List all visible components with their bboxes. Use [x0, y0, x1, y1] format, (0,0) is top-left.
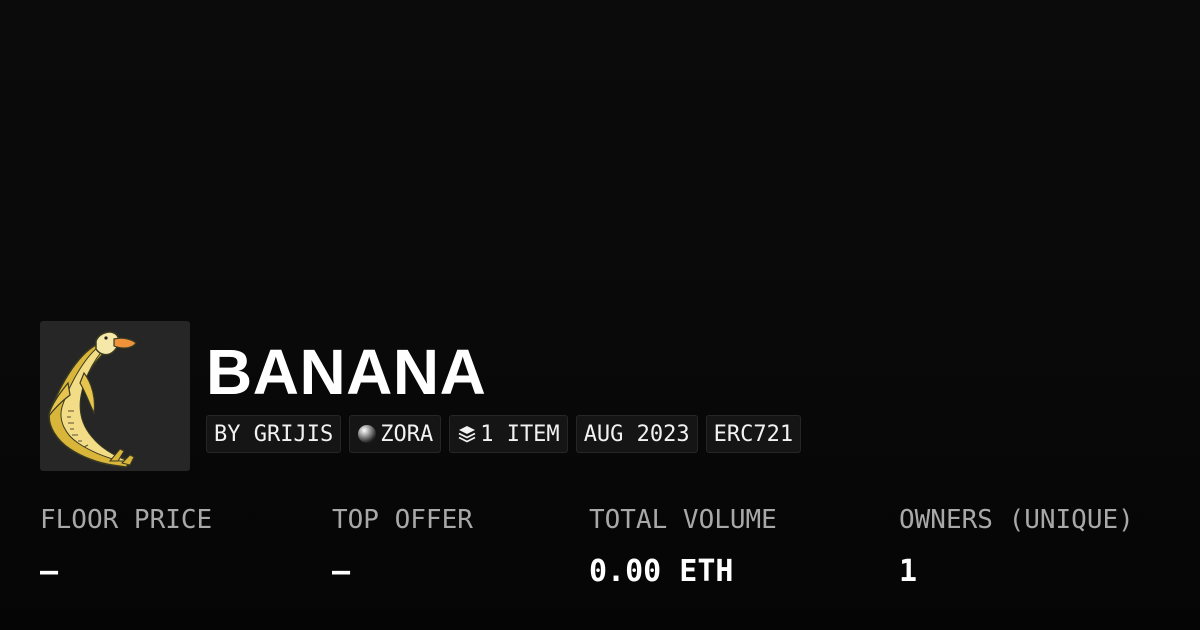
top-offer-label: TOP OFFER: [332, 505, 473, 535]
top-offer-value: –: [332, 554, 351, 589]
total-volume-label: TOTAL VOLUME: [589, 505, 777, 535]
collection-badges: BY GRIJIS ZORA 1 ITEM AUG 2023 ERC721: [206, 415, 802, 455]
floor-price-value: –: [40, 554, 59, 589]
zora-orb-icon: [357, 424, 377, 444]
chain-badge[interactable]: ZORA: [349, 415, 442, 453]
total-volume-value: 0.00 ETH: [589, 554, 734, 589]
layers-icon: [457, 424, 477, 444]
collection-thumbnail: [40, 321, 190, 471]
standard-badge: ERC721: [705, 415, 802, 453]
stat-floor-price: FLOOR PRICE –: [40, 500, 212, 594]
items-badge[interactable]: 1 ITEM: [449, 415, 568, 453]
items-label: 1 ITEM: [480, 421, 560, 447]
collection-title: BANANA: [206, 336, 487, 408]
stat-owners: OWNERS (UNIQUE) 1: [899, 500, 1134, 594]
stat-top-offer: TOP OFFER –: [332, 500, 473, 594]
date-label: AUG 2023: [583, 421, 690, 447]
stat-total-volume: TOTAL VOLUME 0.00 ETH: [589, 500, 777, 594]
chain-label: ZORA: [380, 421, 434, 447]
date-badge: AUG 2023: [575, 415, 698, 453]
standard-label: ERC721: [713, 421, 794, 447]
creator-badge[interactable]: BY GRIJIS: [206, 415, 342, 453]
creator-label: BY GRIJIS: [214, 421, 334, 447]
banana-duck-artwork: [47, 331, 137, 468]
owners-label: OWNERS (UNIQUE): [899, 505, 1134, 535]
floor-price-label: FLOOR PRICE: [40, 505, 213, 535]
owners-value: 1: [899, 554, 918, 589]
